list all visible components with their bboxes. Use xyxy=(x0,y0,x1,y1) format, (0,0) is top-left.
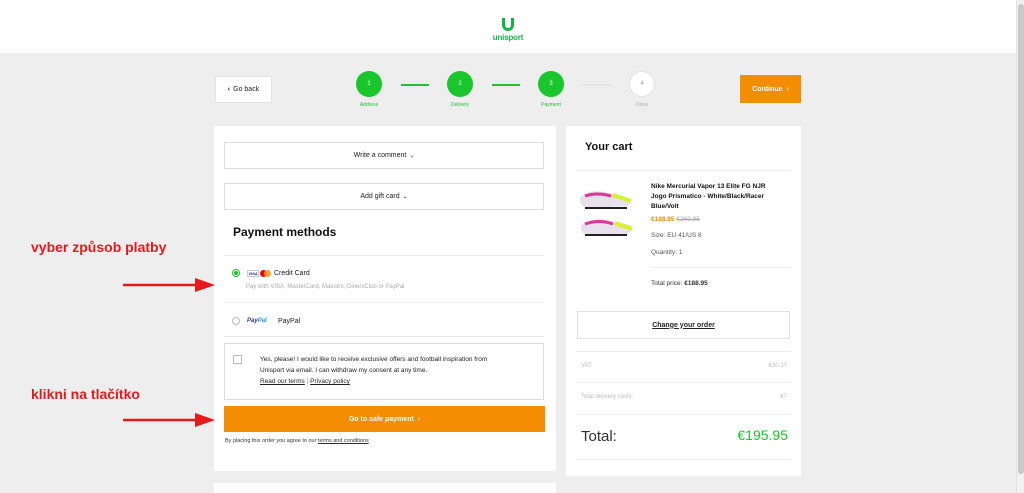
arrow-right-icon xyxy=(123,278,215,292)
delivery-costs-label: Total delivery costs: xyxy=(581,394,634,400)
safe-payment-label: Go to safe payment xyxy=(348,415,414,423)
grand-total-value: €195.95 xyxy=(737,427,788,443)
paypal-radio[interactable] xyxy=(232,317,240,325)
paypal-label[interactable]: PayPal xyxy=(278,318,300,325)
step-connector xyxy=(401,84,429,86)
product-name-line-3[interactable]: Blue/Volt xyxy=(651,203,679,210)
credit-card-label[interactable]: Credit Card xyxy=(274,270,310,277)
vat-label: VAT: xyxy=(581,363,593,369)
cart-title: Your cart xyxy=(585,141,633,153)
product-name-line-2[interactable]: Jogo Prismatico - White/Black/Racer xyxy=(651,193,764,200)
checkout-form-panel: Write a comment ⌄ Add gift card ⌄ Paymen… xyxy=(214,126,556,471)
terms-conditions-link[interactable]: terms and conditions xyxy=(318,438,369,444)
step-label: Delivery xyxy=(450,102,470,108)
step-address: 1 Address xyxy=(349,71,389,108)
arrow-right-icon xyxy=(123,413,215,427)
step-circle: 2 xyxy=(447,71,473,97)
chevron-down-icon: ⌄ xyxy=(409,153,415,159)
step-circle: 3 xyxy=(538,71,564,97)
unisport-logo[interactable]: unisport xyxy=(488,18,528,42)
order-agreement-text: By placing this order you agree to our xyxy=(225,438,317,444)
chevron-down-icon: ⌄ xyxy=(402,194,408,200)
go-to-safe-payment-button[interactable]: Go to safe payment › xyxy=(224,406,545,432)
mastercard-icon xyxy=(260,270,271,277)
total-price-label: Total price: xyxy=(651,280,683,287)
divider xyxy=(576,414,791,415)
credit-card-radio[interactable] xyxy=(232,269,240,277)
annotation-click-button: klikni na tlačítko xyxy=(31,386,140,402)
product-image[interactable] xyxy=(577,186,635,238)
consent-text-line-2: Unisport via email. I can withdraw my co… xyxy=(260,367,428,374)
write-comment-toggle[interactable]: Write a comment ⌄ xyxy=(224,142,544,169)
step-delivery: 2 Delivery xyxy=(440,71,480,108)
step-circle: 1 xyxy=(356,71,382,97)
product-size: Size: EU 41/US 8 xyxy=(651,232,702,239)
credit-card-description: Pay with VISA, MasterCard, Maestro, Dine… xyxy=(246,284,405,290)
go-back-label: Go back xyxy=(233,86,260,93)
scrollbar-thumb[interactable] xyxy=(1018,4,1024,474)
divider xyxy=(224,302,544,303)
divider xyxy=(224,255,544,256)
payment-methods-title: Payment methods xyxy=(233,225,337,239)
page-scrollbar[interactable] xyxy=(1016,0,1024,493)
link-separator: | xyxy=(306,378,309,385)
vat-value: €30.17 xyxy=(768,363,787,369)
total-price-value: €188.95 xyxy=(684,280,708,287)
chevron-right-icon: › xyxy=(786,85,789,93)
chevron-left-icon: ‹ xyxy=(227,86,231,93)
product-price: €188.95 xyxy=(651,216,675,223)
divider xyxy=(224,336,544,337)
step-connector xyxy=(583,84,611,86)
delivery-costs-value: €7 xyxy=(780,394,787,400)
change-order-button[interactable]: Change your order xyxy=(577,311,790,339)
consent-text-line-1: Yes, please! I would like to receive exc… xyxy=(260,356,488,363)
brand-name: unisport xyxy=(492,33,524,42)
annotation-choose-payment: vyber způsob platby xyxy=(31,239,167,255)
divider xyxy=(651,267,791,268)
continue-button[interactable]: Continue › xyxy=(740,75,801,103)
divider xyxy=(576,382,791,383)
product-quantity: Quantity: 1 xyxy=(651,249,683,256)
gift-card-label: Add gift card xyxy=(360,193,400,200)
go-back-button[interactable]: ‹ Go back xyxy=(215,76,272,103)
grand-total-label: Total: xyxy=(581,428,617,445)
chevron-right-icon: › xyxy=(417,415,421,423)
newsletter-consent-box: Yes, please! I would like to receive exc… xyxy=(224,343,544,400)
divider xyxy=(576,170,791,171)
product-old-price: €269.95 xyxy=(676,216,700,223)
divider xyxy=(576,459,791,460)
newsletter-checkbox[interactable] xyxy=(233,355,242,364)
step-done: 4 Done xyxy=(622,71,662,108)
product-name-line-1[interactable]: Nike Mercurial Vapor 13 Elite FG NJR xyxy=(651,183,766,190)
step-label: Done xyxy=(636,102,648,108)
change-order-label: Change your order xyxy=(652,321,715,329)
cart-panel: Your cart Nike Mercurial Vapor 13 Elite … xyxy=(566,126,801,476)
privacy-policy-link[interactable]: Privacy policy xyxy=(310,378,350,385)
add-gift-card-toggle[interactable]: Add gift card ⌄ xyxy=(224,183,544,210)
step-label: Payment xyxy=(541,102,561,108)
divider xyxy=(576,351,791,352)
step-circle: 4 xyxy=(629,71,655,97)
next-section-panel xyxy=(214,483,556,493)
step-label: Address xyxy=(359,102,379,108)
visa-icon: VISA xyxy=(247,270,259,277)
write-comment-label: Write a comment xyxy=(353,152,407,159)
step-connector xyxy=(492,84,520,86)
continue-label: Continue xyxy=(752,85,783,93)
paypal-logo-icon: PayPal xyxy=(247,318,267,324)
step-payment: 3 Payment xyxy=(531,71,571,108)
header-bar: unisport xyxy=(0,0,1016,53)
read-terms-link[interactable]: Read our terms xyxy=(260,378,305,385)
unisport-logo-icon xyxy=(502,18,514,31)
